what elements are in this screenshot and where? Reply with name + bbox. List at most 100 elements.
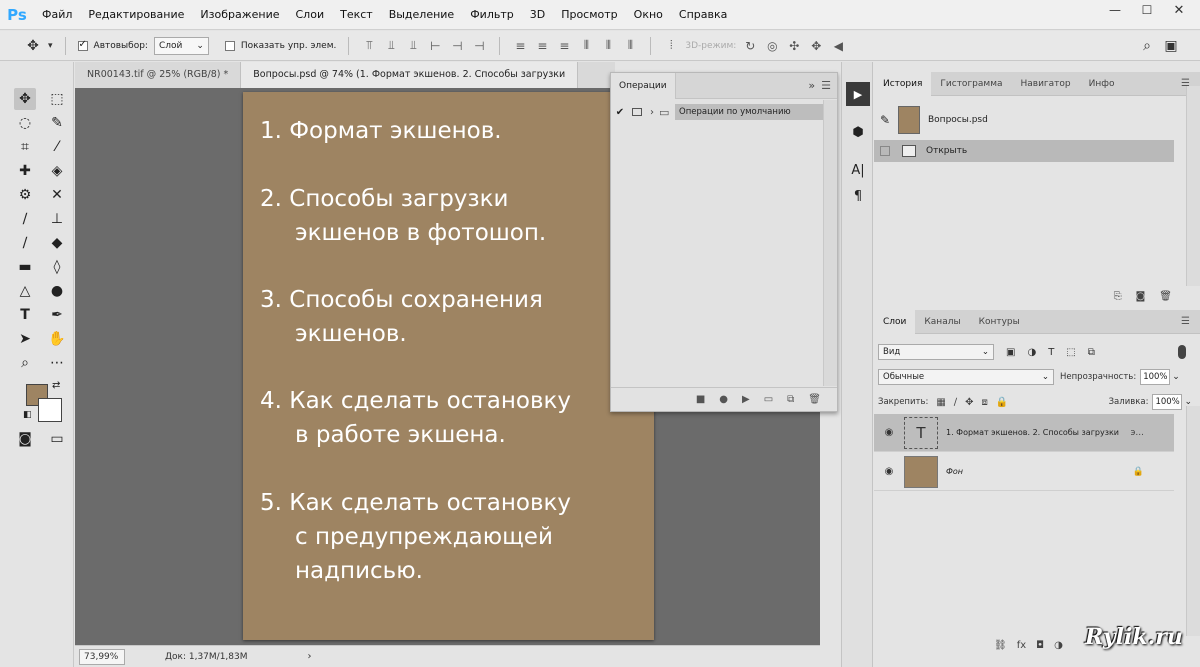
history-brush-tool-icon[interactable]: ∕ bbox=[14, 232, 36, 254]
action-set-name[interactable]: Операции по умолчанию bbox=[675, 104, 823, 120]
filter-pixel-icon[interactable]: ▣ bbox=[1006, 347, 1015, 358]
crop-tool-icon[interactable]: ⌗ bbox=[14, 136, 36, 158]
close-button[interactable]: ✕ bbox=[1166, 0, 1192, 20]
3d-scale-icon[interactable]: ◀ bbox=[830, 39, 846, 53]
tab-paths[interactable]: Контуры bbox=[970, 310, 1029, 334]
adjustment-layer-icon[interactable]: ◑ bbox=[1054, 640, 1063, 651]
fill-field[interactable]: 100% bbox=[1152, 394, 1183, 410]
distribute-bottom-icon[interactable]: ≡ bbox=[556, 39, 572, 53]
paragraph-panel-icon[interactable]: ¶ bbox=[846, 184, 870, 208]
workspace-icon[interactable]: ▣ bbox=[1162, 38, 1180, 54]
minimize-button[interactable]: — bbox=[1102, 0, 1128, 20]
actions-panel-icon[interactable]: ▶ bbox=[846, 82, 870, 106]
lock-all-icon[interactable]: 🔒 bbox=[996, 397, 1008, 408]
menu-filter[interactable]: Фильтр bbox=[462, 0, 522, 30]
tab-nr00143[interactable]: NR00143.tif @ 25% (RGB/8) * bbox=[75, 62, 242, 88]
3d-rotate-icon[interactable]: ↻ bbox=[742, 39, 758, 53]
tab-histogram[interactable]: Гистограмма bbox=[931, 72, 1011, 96]
align-hcenter-icon[interactable]: ⊣ bbox=[449, 39, 465, 53]
filter-toggle[interactable] bbox=[1178, 345, 1186, 359]
align-vcenter-icon[interactable]: ⫫ bbox=[383, 38, 399, 53]
zoom-tool-icon[interactable]: ⌕ bbox=[14, 352, 36, 374]
history-state-row[interactable]: Открыть bbox=[874, 140, 1174, 162]
lasso-tool-icon[interactable]: ◌ bbox=[14, 112, 36, 134]
panel-menu-icon[interactable]: ☰ bbox=[821, 79, 837, 92]
lock-artboard-icon[interactable]: ⧈ bbox=[982, 397, 988, 408]
marquee-tool-icon[interactable]: ⬚ bbox=[46, 88, 68, 110]
layer-kind-filter[interactable]: Вид ⌄ bbox=[878, 344, 994, 360]
panel-menu-icon[interactable]: ☰ bbox=[1181, 310, 1200, 333]
expand-arrow-icon[interactable]: › bbox=[645, 107, 659, 118]
new-action-icon[interactable]: ⧉ bbox=[787, 394, 794, 405]
character-panel-icon[interactable]: A| bbox=[846, 158, 870, 182]
dialog-toggle-icon[interactable] bbox=[629, 106, 645, 118]
history-source-checkbox[interactable] bbox=[880, 146, 890, 156]
align-bottom-icon[interactable]: ⫫ bbox=[405, 38, 421, 53]
dodge-tool-icon[interactable]: △ bbox=[14, 280, 36, 302]
3d-panel-icon[interactable]: ⬢ bbox=[846, 120, 870, 144]
healing-brush-tool-icon[interactable]: ✚ bbox=[14, 160, 36, 182]
3d-slide-icon[interactable]: ✥ bbox=[808, 39, 824, 53]
menu-select[interactable]: Выделение bbox=[381, 0, 463, 30]
lock-transparency-icon[interactable]: ▦ bbox=[936, 397, 945, 408]
layer-mask-icon[interactable]: ◘ bbox=[1036, 640, 1044, 651]
layer-style-icon[interactable]: fx bbox=[1017, 640, 1026, 651]
layer-name[interactable]: 1. Формат экшенов. 2. Способы загрузки bbox=[946, 428, 1119, 437]
menu-edit[interactable]: Редактирование bbox=[80, 0, 192, 30]
layer-row[interactable]: ◉ T 1. Формат экшенов. 2. Способы загруз… bbox=[874, 414, 1174, 452]
quick-select-tool-icon[interactable]: ✎ bbox=[46, 112, 68, 134]
record-icon[interactable]: ● bbox=[719, 394, 728, 405]
history-brush-icon[interactable]: ✎ bbox=[874, 113, 896, 127]
filter-shape-icon[interactable]: ⬚ bbox=[1066, 347, 1075, 358]
lock-position-icon[interactable]: ✥ bbox=[965, 397, 973, 408]
align-left-icon[interactable]: ⊢ bbox=[427, 39, 443, 53]
move-tool-icon[interactable]: ✥ bbox=[24, 38, 42, 54]
restore-button[interactable]: ☐ bbox=[1134, 0, 1160, 20]
tool-preset-chevron-icon[interactable]: ▾ bbox=[48, 41, 53, 51]
blur-tool-icon[interactable]: ◊ bbox=[46, 256, 68, 278]
align-right-icon[interactable]: ⊣ bbox=[471, 39, 487, 53]
distribute-right-icon[interactable]: ⦀ bbox=[622, 38, 638, 53]
trash-icon[interactable]: 🗑 bbox=[808, 394, 821, 405]
distribute-left-icon[interactable]: ⦀ bbox=[578, 38, 594, 53]
eye-icon[interactable]: ◉ bbox=[874, 466, 904, 477]
tab-navigator[interactable]: Навигатор bbox=[1012, 72, 1080, 96]
align-top-icon[interactable]: ⫪ bbox=[361, 38, 377, 53]
collapse-panel-icon[interactable]: » bbox=[802, 79, 821, 92]
default-colors-icon[interactable]: ◧ bbox=[23, 410, 32, 420]
menu-image[interactable]: Изображение bbox=[192, 0, 287, 30]
filter-smart-object-icon[interactable]: ⧉ bbox=[1088, 347, 1095, 358]
filter-adjustment-icon[interactable]: ◑ bbox=[1027, 347, 1036, 358]
document-canvas[interactable]: 1. Формат экшенов. 2. Способы загрузки э… bbox=[243, 92, 654, 640]
link-layers-icon[interactable]: ⛓ bbox=[994, 640, 1007, 651]
hand-tool-icon[interactable]: ✋ bbox=[46, 328, 68, 350]
play-icon[interactable]: ▶ bbox=[742, 394, 750, 405]
background-color-swatch[interactable] bbox=[38, 398, 62, 422]
gradient-tool-icon[interactable]: ▬ bbox=[14, 256, 36, 278]
filter-type-icon[interactable]: T bbox=[1048, 347, 1054, 358]
opacity-field[interactable]: 100% bbox=[1140, 369, 1171, 385]
history-scrollbar[interactable] bbox=[1186, 86, 1200, 286]
gear-icon[interactable]: ⚙ bbox=[14, 184, 36, 206]
screen-mode-icon[interactable]: ▭ bbox=[46, 428, 68, 450]
tab-voprosy[interactable]: Вопросы.psd @ 74% (1. Формат экшенов. 2.… bbox=[241, 62, 579, 88]
more-tools-icon[interactable]: ⋯ bbox=[46, 352, 68, 374]
show-controls-checkbox[interactable] bbox=[224, 40, 235, 51]
camera-icon[interactable]: ◙ bbox=[1136, 291, 1146, 302]
patch-tool-icon[interactable]: ◈ bbox=[46, 160, 68, 182]
burn-tool-icon[interactable]: ● bbox=[46, 280, 68, 302]
distribute-top-icon[interactable]: ≡ bbox=[512, 39, 528, 53]
quick-mask-icon[interactable]: ◙ bbox=[14, 428, 36, 450]
actions-scrollbar[interactable] bbox=[823, 100, 837, 386]
zoom-field[interactable]: 73,99% bbox=[79, 648, 125, 665]
eyedropper-tool-icon[interactable]: ⁄ bbox=[46, 136, 68, 158]
action-set-row[interactable]: ✔ › ▭ Операции по умолчанию bbox=[611, 103, 823, 121]
search-icon[interactable]: ⌕ bbox=[1138, 38, 1156, 54]
pen-tool-icon[interactable]: ✒ bbox=[46, 304, 68, 326]
trash-icon[interactable]: 🗑 bbox=[1159, 291, 1172, 302]
menu-layers[interactable]: Слои bbox=[288, 0, 333, 30]
new-document-from-state-icon[interactable]: ⎘ bbox=[1114, 291, 1122, 302]
history-snapshot[interactable]: ✎ Вопросы.psd bbox=[874, 102, 1174, 138]
stop-icon[interactable]: ■ bbox=[696, 394, 705, 405]
new-set-folder-icon[interactable]: ▭ bbox=[764, 394, 773, 405]
